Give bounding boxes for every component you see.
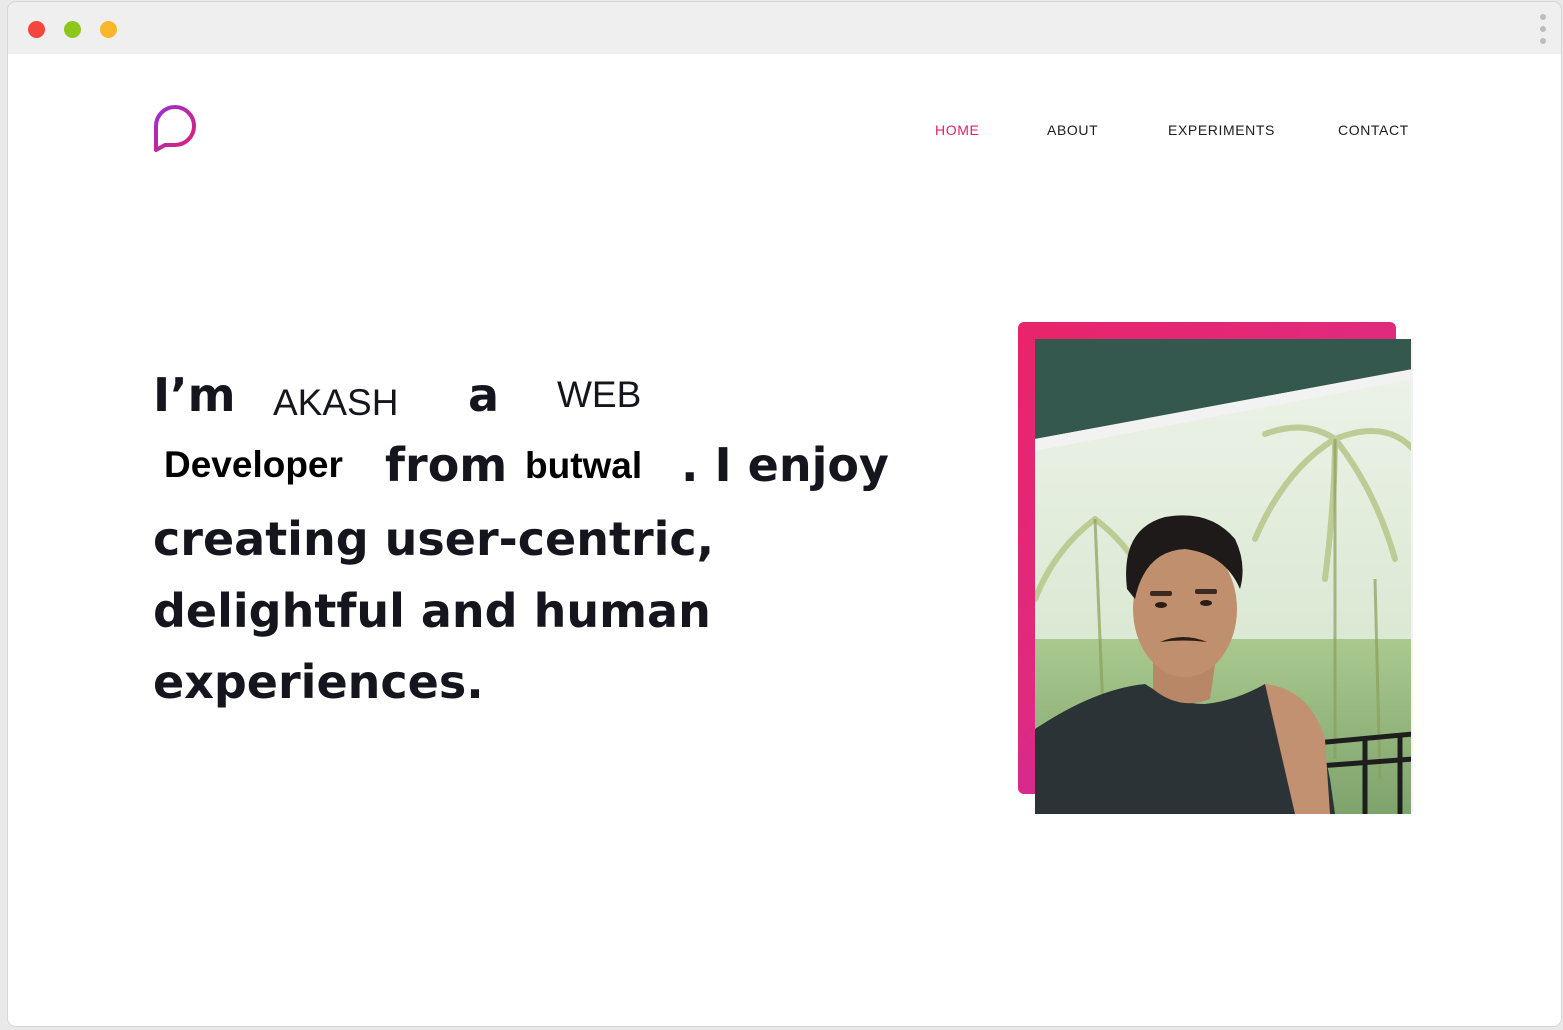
hero-intro: I’m AKASH a WEB Developer from butwal . …: [153, 354, 913, 774]
hero-line-3: creating user-centric,: [153, 512, 715, 566]
hero-a: a: [468, 368, 500, 422]
nav-experiments[interactable]: EXPERIMENTS: [1168, 122, 1275, 138]
hero-role-1: WEB: [557, 374, 642, 415]
zoom-icon[interactable]: [64, 21, 81, 38]
browser-window: HOME ABOUT EXPERIMENTS CONTACT I’m AKASH…: [8, 2, 1561, 1026]
nav-home[interactable]: HOME: [935, 122, 979, 138]
nav-about[interactable]: ABOUT: [1047, 122, 1098, 138]
hero-name: AKASH: [273, 382, 399, 423]
close-icon[interactable]: [28, 21, 45, 38]
hero-line-5: experiences.: [153, 655, 484, 709]
hero-role-2: Developer: [164, 444, 343, 485]
hero-place: butwal: [525, 445, 643, 486]
hero-from: from: [385, 438, 508, 492]
profile-photo: [1035, 339, 1413, 814]
hero-line-4: delightful and human: [153, 584, 711, 638]
kebab-menu-icon[interactable]: [1539, 14, 1547, 44]
window-titlebar: [8, 2, 1561, 54]
nav-contact[interactable]: CONTACT: [1338, 122, 1409, 138]
photo-edge: [1411, 339, 1413, 814]
hero-im: I’m: [153, 368, 236, 422]
minimize-icon[interactable]: [100, 21, 117, 38]
hero-enjoy: . I enjoy: [681, 438, 889, 492]
page: HOME ABOUT EXPERIMENTS CONTACT I’m AKASH…: [8, 54, 1561, 1026]
main-nav: HOME ABOUT EXPERIMENTS CONTACT: [8, 122, 1561, 142]
